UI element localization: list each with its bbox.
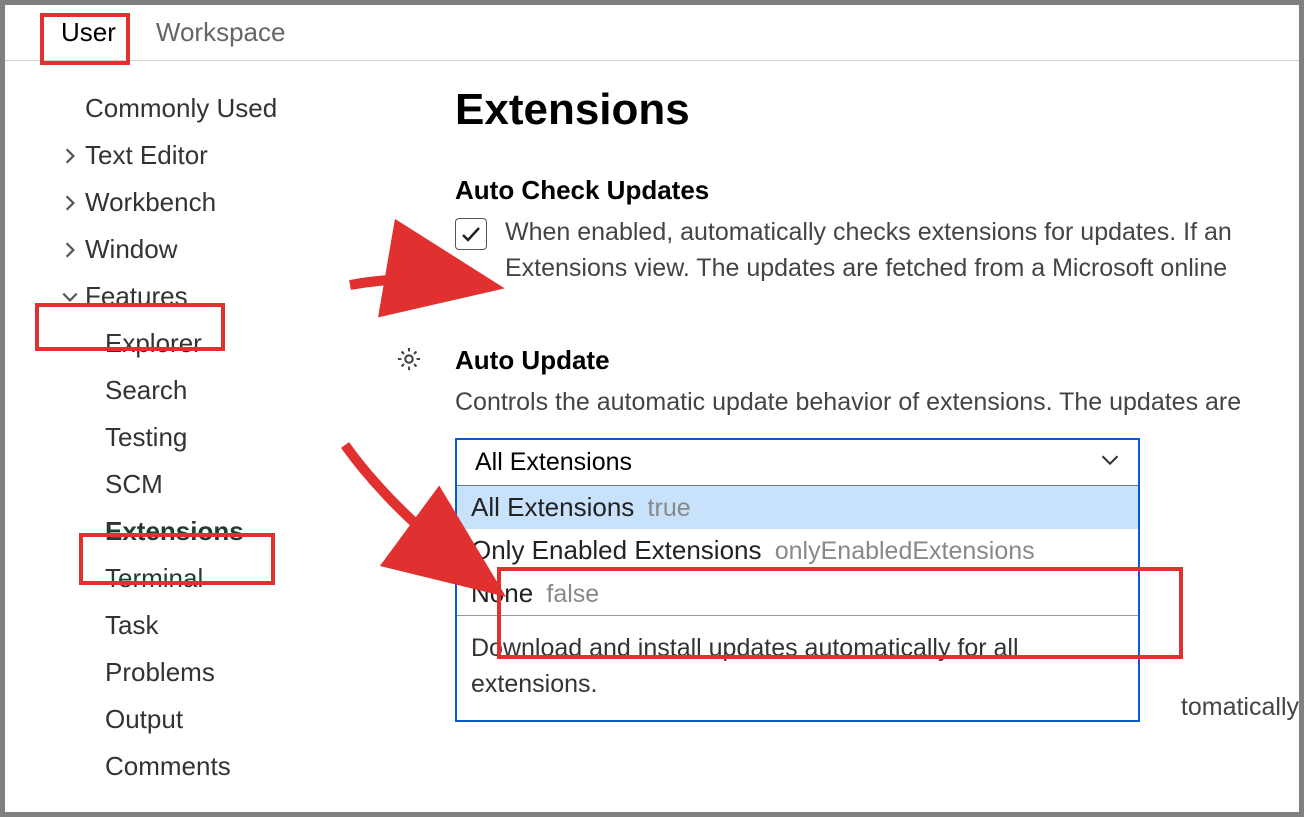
sidebar-label: Workbench bbox=[85, 187, 216, 218]
sidebar-item-comments[interactable]: Comments bbox=[45, 743, 435, 790]
setting-auto-check-updates: Auto Check Updates When enabled, automat… bbox=[455, 175, 1299, 287]
option-hint: onlyEnabledExtensions bbox=[775, 537, 1035, 565]
sidebar-label: Terminal bbox=[105, 563, 203, 594]
sidebar-label: Testing bbox=[105, 422, 187, 453]
sidebar-item-explorer[interactable]: Explorer bbox=[45, 320, 435, 367]
sidebar-item-text-editor[interactable]: Text Editor bbox=[45, 132, 435, 179]
sidebar-item-problems[interactable]: Problems bbox=[45, 649, 435, 696]
settings-sidebar: Commonly Used Text Editor Workbench bbox=[5, 85, 435, 790]
check-icon bbox=[459, 222, 483, 246]
select-option-all-extensions[interactable]: All Extensions true bbox=[457, 486, 1138, 529]
auto-check-updates-checkbox[interactable] bbox=[455, 218, 487, 250]
sidebar-item-output[interactable]: Output bbox=[45, 696, 435, 743]
sidebar-item-extensions[interactable]: Extensions bbox=[45, 508, 435, 555]
settings-content: Extensions Auto Check Updates When enabl… bbox=[435, 85, 1299, 790]
sidebar-label: Explorer bbox=[105, 328, 202, 359]
sidebar-item-search[interactable]: Search bbox=[45, 367, 435, 414]
select-option-description: Download and install updates automatical… bbox=[457, 616, 1138, 721]
setting-title: Auto Check Updates bbox=[455, 175, 1299, 206]
cutoff-text: tomatically bbox=[1181, 693, 1299, 722]
sidebar-item-task[interactable]: Task bbox=[45, 602, 435, 649]
sidebar-item-workbench[interactable]: Workbench bbox=[45, 179, 435, 226]
sidebar-item-window[interactable]: Window bbox=[45, 226, 435, 273]
sidebar-label: Text Editor bbox=[85, 140, 208, 171]
option-label: Only Enabled Extensions bbox=[471, 535, 762, 565]
select-current-label: All Extensions bbox=[475, 448, 632, 477]
tab-user[interactable]: User bbox=[41, 9, 136, 60]
tab-workspace[interactable]: Workspace bbox=[136, 9, 306, 60]
sidebar-label: Problems bbox=[105, 657, 215, 688]
sidebar-item-terminal[interactable]: Terminal bbox=[45, 555, 435, 602]
sidebar-item-scm[interactable]: SCM bbox=[45, 461, 435, 508]
sidebar-label: Extensions bbox=[105, 516, 244, 547]
sidebar-label: Window bbox=[85, 234, 177, 265]
sidebar-item-commonly-used[interactable]: Commonly Used bbox=[45, 85, 435, 132]
sidebar-item-testing[interactable]: Testing bbox=[45, 414, 435, 461]
sidebar-label: SCM bbox=[105, 469, 163, 500]
option-label: All Extensions bbox=[471, 492, 634, 522]
gear-icon[interactable] bbox=[395, 345, 423, 378]
sidebar-label: Task bbox=[105, 610, 158, 641]
setting-title: Auto Update bbox=[455, 345, 1299, 376]
sidebar-label: Commonly Used bbox=[85, 93, 277, 124]
chevron-down-icon bbox=[55, 288, 85, 306]
sidebar-item-features[interactable]: Features bbox=[45, 273, 435, 320]
sidebar-label: Comments bbox=[105, 751, 231, 782]
chevron-down-icon bbox=[1100, 448, 1120, 477]
chevron-right-icon bbox=[55, 147, 85, 165]
page-title: Extensions bbox=[455, 85, 1299, 135]
chevron-right-icon bbox=[55, 241, 85, 259]
setting-auto-update: Auto Update Controls the automatic updat… bbox=[455, 345, 1299, 723]
setting-description: Controls the automatic update behavior o… bbox=[455, 384, 1299, 420]
option-hint: true bbox=[648, 494, 691, 522]
auto-update-select[interactable]: All Extensions All Extensions true Only … bbox=[455, 438, 1140, 723]
setting-description: When enabled, automatically checks exten… bbox=[505, 214, 1299, 287]
select-current-value[interactable]: All Extensions bbox=[457, 440, 1138, 486]
option-hint: false bbox=[546, 580, 599, 608]
chevron-right-icon bbox=[55, 194, 85, 212]
sidebar-label: Search bbox=[105, 375, 187, 406]
option-label: None bbox=[471, 578, 533, 608]
sidebar-label: Features bbox=[85, 281, 188, 312]
select-option-none[interactable]: None false bbox=[457, 572, 1138, 615]
sidebar-label: Output bbox=[105, 704, 183, 735]
settings-scope-tabs: User Workspace bbox=[5, 5, 1299, 61]
select-option-only-enabled[interactable]: Only Enabled Extensions onlyEnabledExten… bbox=[457, 529, 1138, 572]
